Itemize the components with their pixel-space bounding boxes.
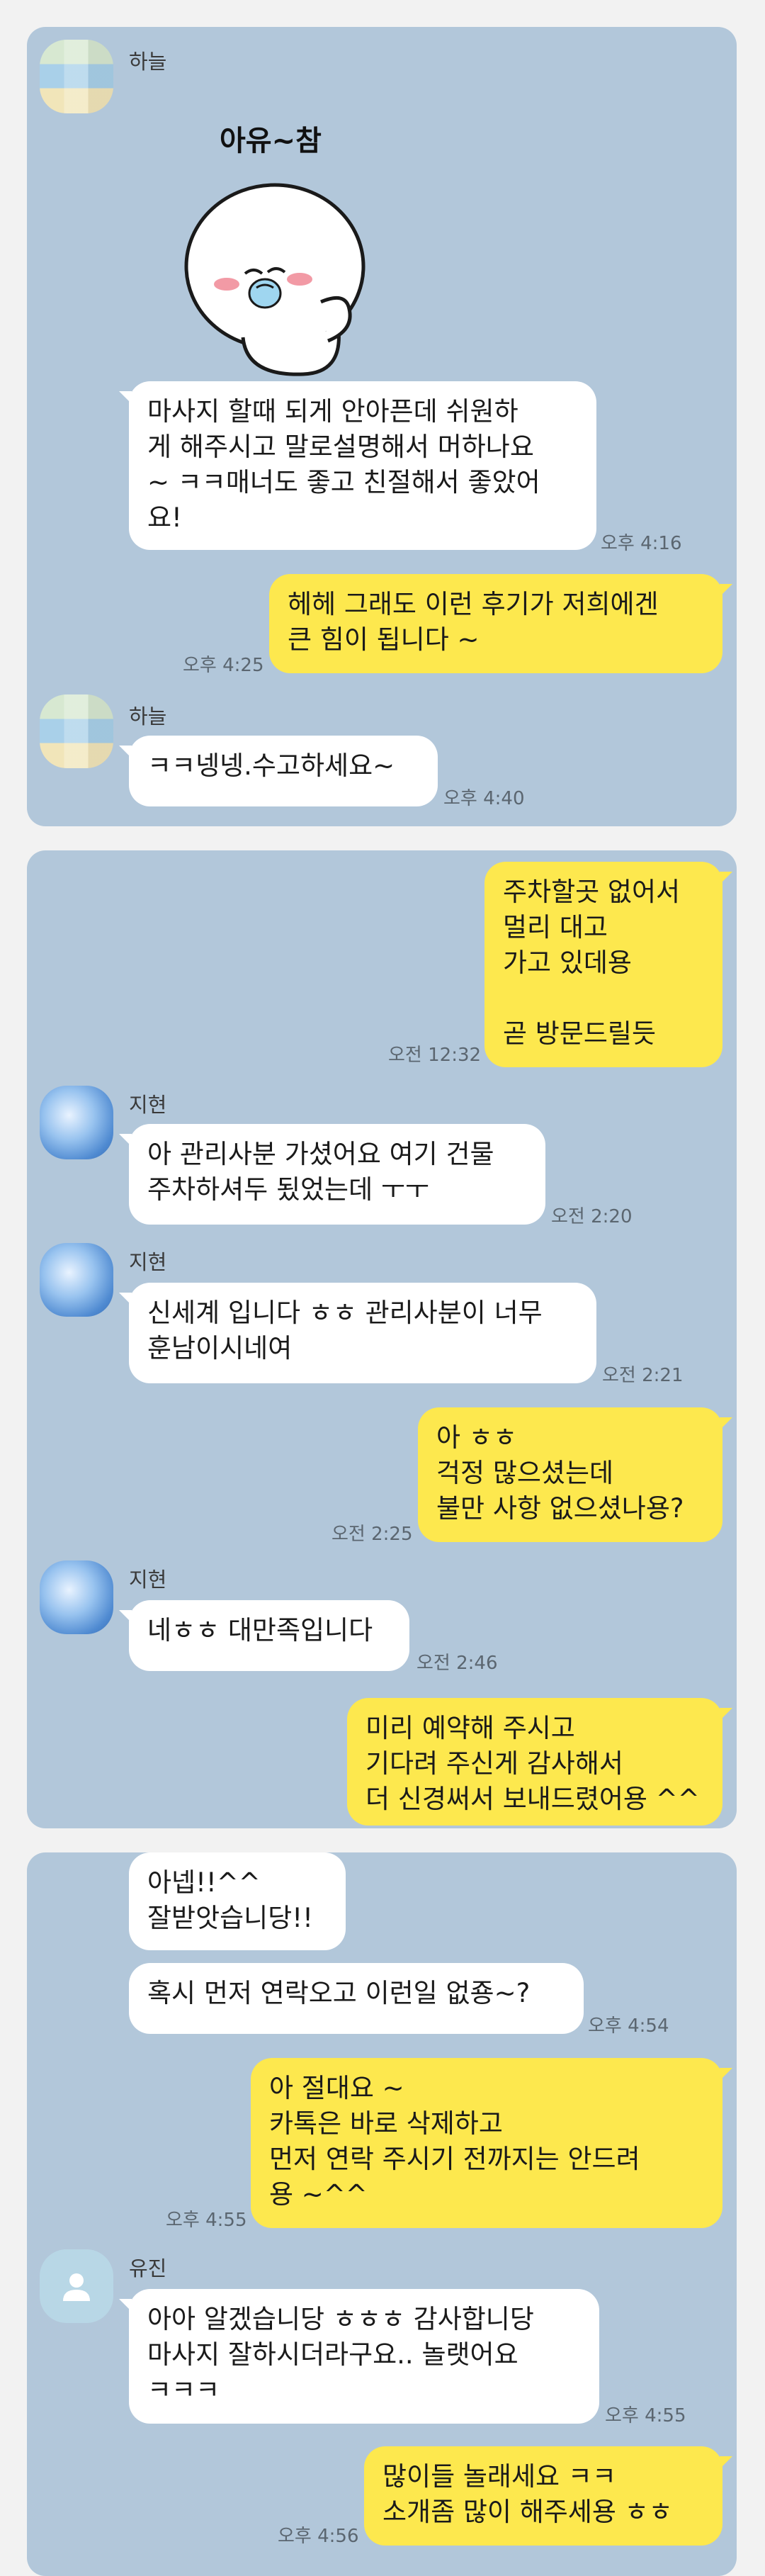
incoming-message[interactable]: 네ㅎㅎ 대만족입니다	[119, 1600, 409, 1671]
message-time: 오후 4:55	[166, 2210, 247, 2231]
message-time: 오후 4:55	[605, 2405, 686, 2426]
chat-panel-1: 하늘 아유~참 마사지 할때 되게 안아픈데 쉬원하 게 해주시고 말로설명해서…	[27, 27, 737, 826]
message-time: 오후 4:25	[183, 655, 264, 676]
incoming-message[interactable]: 아 관리사분 가셨어요 여기 건물 주차하셔두 됬었는데 ㅜㅜ	[119, 1124, 545, 1225]
message-time: 오후 4:54	[588, 2015, 669, 2037]
sender-name: 지현	[129, 1250, 167, 1274]
sender-avatar[interactable]	[40, 1086, 113, 1159]
sender-avatar[interactable]	[40, 1243, 113, 1317]
sender-name: 유진	[129, 2256, 167, 2280]
sender-name: 지현	[129, 1093, 167, 1117]
sender-avatar[interactable]	[40, 2249, 113, 2323]
incoming-message[interactable]: 마사지 할때 되게 안아픈데 쉬원하 게 해주시고 말로설명해서 머하나요 ~ …	[119, 381, 596, 550]
chat-panel-3: 아넵!!^^ 잘받앗습니당!! 혹시 먼저 연락오고 이런일 없죵~? 오후 4…	[27, 1852, 737, 2576]
message-time: 오전 2:46	[416, 1653, 498, 1674]
incoming-message[interactable]: 혹시 먼저 연락오고 이런일 없죵~?	[129, 1963, 584, 2034]
message-time: 오후 4:56	[278, 2526, 359, 2547]
chat-panel-2: 주차할곳 없어서 멀리 대고 가고 있데용 곧 방문드릴듯 오전 12:32 지…	[27, 850, 737, 1828]
sticker-image[interactable]: 아유~참	[169, 96, 395, 380]
sender-name: 하늘	[129, 704, 167, 729]
message-time: 오전 2:20	[551, 1206, 633, 1227]
outgoing-message[interactable]: 주차할곳 없어서 멀리 대고 가고 있데용 곧 방문드릴듯	[484, 862, 732, 1067]
sender-avatar[interactable]	[40, 1560, 113, 1634]
incoming-message[interactable]: 신세계 입니다 ㅎㅎ 관리사분이 너무 훈남이시네여	[119, 1283, 596, 1383]
incoming-message[interactable]: ㅋㅋ넹넹.수고하세요~	[119, 736, 438, 806]
person-icon	[63, 2273, 90, 2301]
outgoing-message[interactable]: 헤헤 그래도 이런 후기가 저희에겐 큰 힘이 됩니다 ~	[269, 574, 732, 673]
incoming-message[interactable]: 아넵!!^^ 잘받앗습니당!!	[129, 1852, 346, 1950]
sender-name: 지현	[129, 1568, 167, 1592]
incoming-message[interactable]: 아아 알겠습니당 ㅎㅎㅎ 감사합니당 마사지 잘하시더라구요.. 놀랫어요 ㅋㅋ…	[119, 2289, 599, 2424]
outgoing-message[interactable]: 아 절대요 ~ 카톡은 바로 삭제하고 먼저 연락 주시기 전까지는 안드려 용…	[251, 2058, 732, 2228]
message-time: 오전 2:25	[332, 1524, 413, 1545]
outgoing-message[interactable]: 아 ㅎㅎ 걱정 많으셨는데 불만 사항 없으셨나용?	[418, 1407, 732, 1542]
sticker-character	[184, 183, 366, 376]
outgoing-message[interactable]: 많이들 놀래세요 ㅋㅋ 소개좀 많이 해주세용 ㅎㅎ	[364, 2446, 732, 2546]
message-time: 오후 4:16	[601, 533, 682, 554]
sender-name: 하늘	[129, 50, 167, 74]
message-time: 오전 12:32	[388, 1045, 482, 1066]
sender-avatar[interactable]	[40, 694, 113, 768]
sender-avatar[interactable]	[40, 40, 113, 113]
outgoing-message[interactable]: 미리 예약해 주시고 기다려 주신게 감사해서 더 신경써서 보내드렸어용 ^^	[347, 1698, 732, 1826]
message-time: 오후 4:40	[443, 788, 525, 809]
message-time: 오전 2:21	[602, 1365, 684, 1386]
